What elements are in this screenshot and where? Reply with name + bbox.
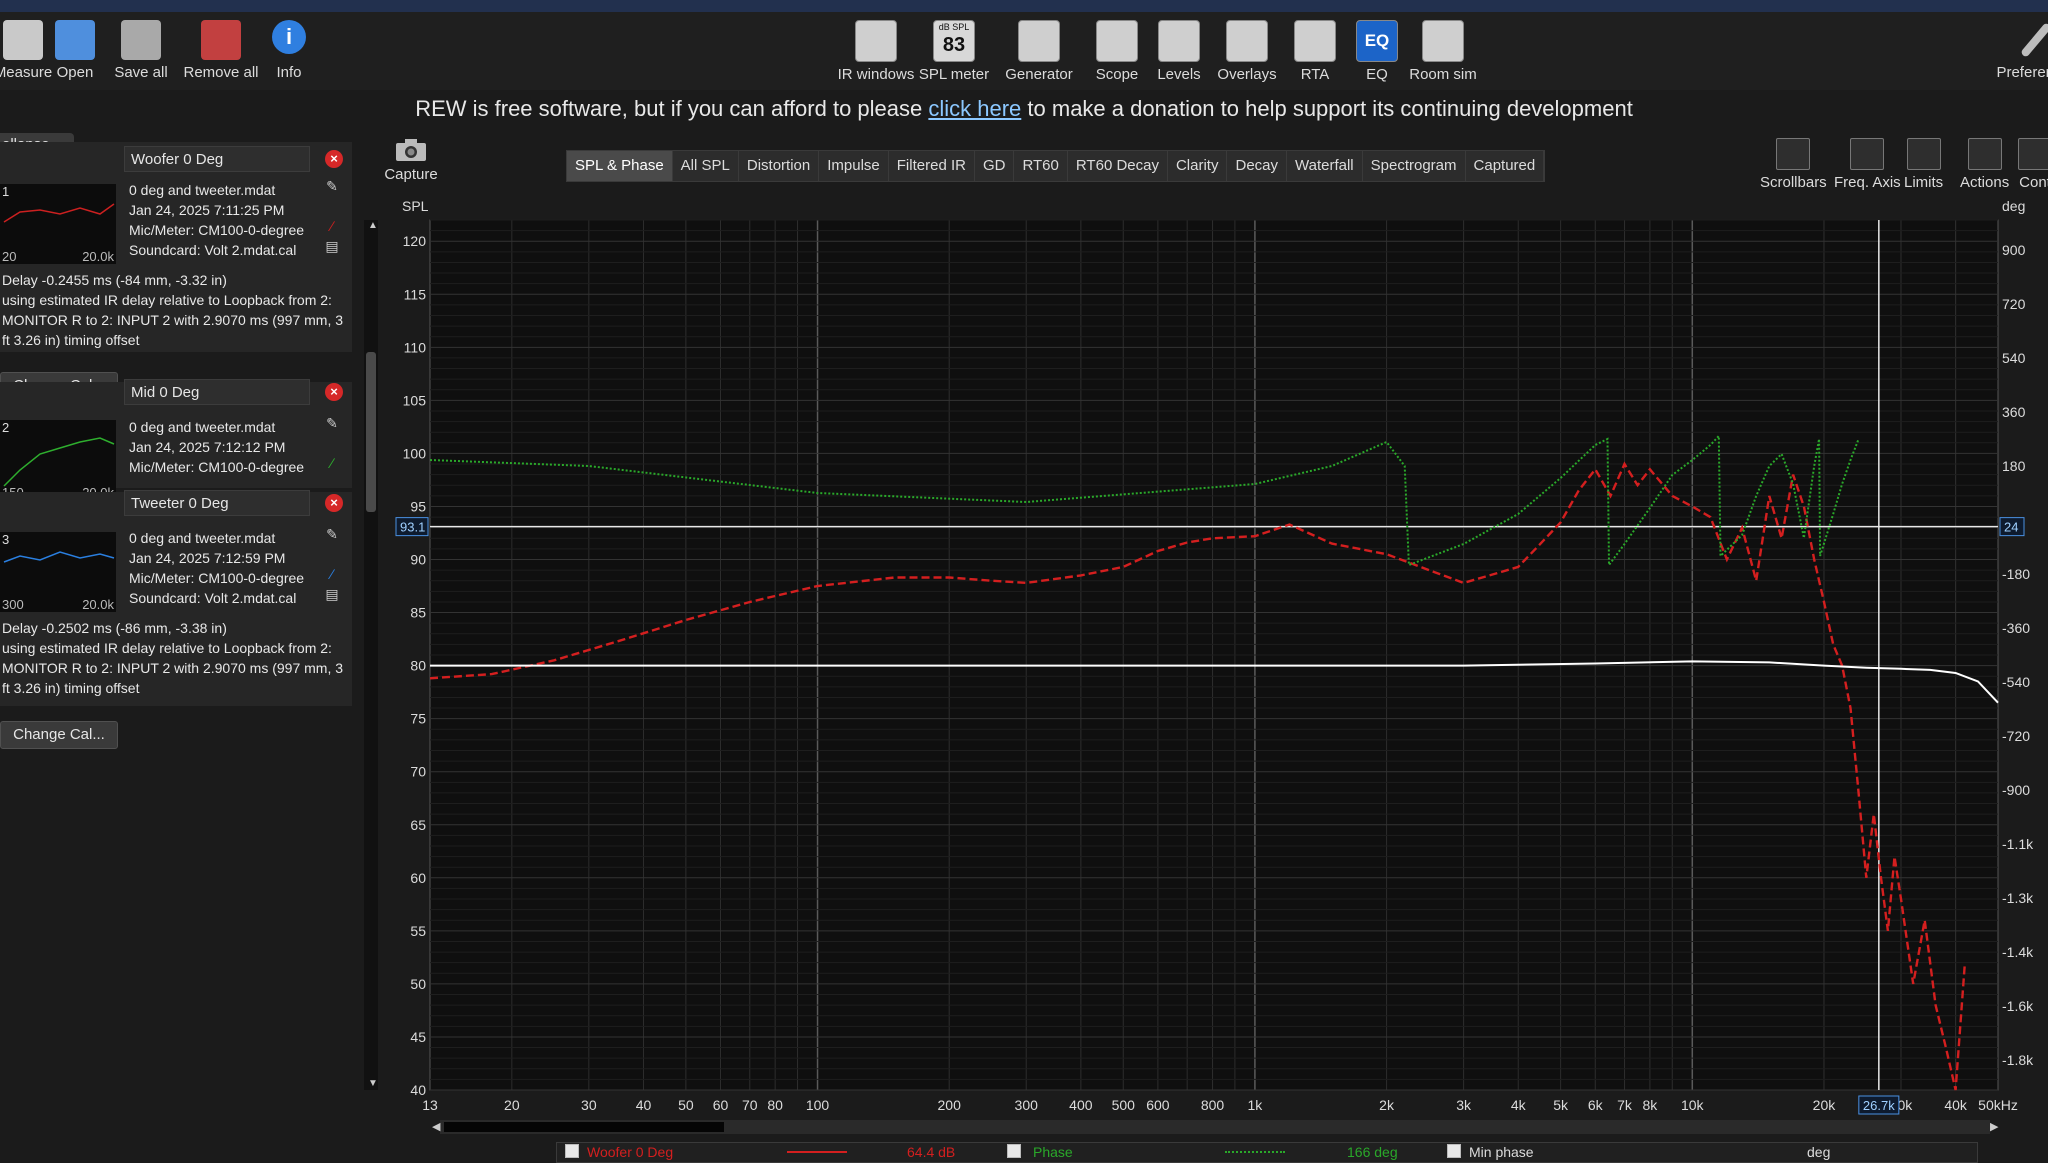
legend-label: Min phase — [1469, 1144, 1534, 1160]
y-tick-label: 45 — [410, 1029, 426, 1045]
x-tick-label: 5k — [1553, 1097, 1569, 1113]
x-tick-label: 13 — [422, 1097, 438, 1113]
y2-tick-label: 900 — [2002, 242, 2026, 258]
legend-value: 166 deg — [1347, 1144, 1398, 1160]
x-tick-label: 40 — [636, 1097, 652, 1113]
x-tick-label: 50 — [678, 1097, 694, 1113]
y-tick-label: 90 — [410, 552, 426, 568]
y2-tick-label: 360 — [2002, 404, 2026, 420]
y2-tick-label: -720 — [2002, 728, 2030, 744]
legend-label: Woofer 0 Deg — [587, 1144, 674, 1160]
y2-tick-label: 180 — [2002, 458, 2026, 474]
y-tick-label: 50 — [410, 976, 426, 992]
legend-checkbox[interactable] — [1007, 1144, 1021, 1158]
x-tick-label: 600 — [1146, 1097, 1170, 1113]
y2-tick-label: -1.1k — [2002, 836, 2034, 852]
cursor-freq-readout: 26.7k — [1863, 1098, 1895, 1113]
y2-tick-label: 720 — [2002, 296, 2026, 312]
y-tick-label: 55 — [410, 923, 426, 939]
y-tick-label: 60 — [410, 870, 426, 886]
y-tick-label: 85 — [410, 605, 426, 621]
legend-checkbox[interactable] — [565, 1144, 579, 1158]
legend-swatch — [787, 1151, 847, 1153]
x-tick-label: 70 — [742, 1097, 758, 1113]
y-tick-label: 105 — [403, 392, 427, 408]
y2-tick-label: -1.3k — [2002, 890, 2034, 906]
x-tick-label: 10k — [1681, 1097, 1705, 1113]
x-tick-label: 30 — [581, 1097, 597, 1113]
scroll-down-icon[interactable]: ▼ — [368, 1078, 378, 1089]
legend-label: Phase — [1033, 1144, 1073, 1160]
x-tick-label: 3k — [1456, 1097, 1472, 1113]
x-tick-label: 80 — [767, 1097, 783, 1113]
x-tick-label: 800 — [1201, 1097, 1225, 1113]
y-tick-label: 120 — [403, 233, 427, 249]
y2-tick-label: -180 — [2002, 566, 2030, 582]
frequency-scroll-thumb[interactable] — [444, 1122, 724, 1132]
y-tick-label: 70 — [410, 764, 426, 780]
frequency-scrollbar[interactable] — [440, 1120, 1990, 1134]
y2-tick-label: -1.4k — [2002, 944, 2034, 960]
x-tick-label: 500 — [1112, 1097, 1136, 1113]
y2-tick-label: -1.8k — [2002, 1052, 2034, 1068]
legend-value: 64.4 dB — [907, 1144, 956, 1160]
y-tick-label: 65 — [410, 817, 426, 833]
y-tick-label: 115 — [404, 286, 427, 302]
x-tick-label: 8k — [1643, 1097, 1659, 1113]
x-tick-label: 400 — [1069, 1097, 1093, 1113]
y-tick-label: 110 — [404, 339, 427, 355]
x-tick-label: 6k — [1588, 1097, 1604, 1113]
y-tick-label: 80 — [410, 658, 426, 674]
y-tick-label: 75 — [410, 711, 426, 727]
x-tick-label: 50kHz — [1978, 1097, 2018, 1113]
y2-tick-label: 540 — [2002, 350, 2026, 366]
cursor-spl-readout: 93.1 — [400, 520, 425, 535]
y2-tick-label: -1.6k — [2002, 998, 2034, 1014]
x-tick-label: 40k — [1944, 1097, 1968, 1113]
x-tick-label: 200 — [938, 1097, 962, 1113]
x-tick-label: 20 — [504, 1097, 520, 1113]
x-tick-label: 2k — [1379, 1097, 1395, 1113]
scroll-right-icon[interactable]: ▶ — [1990, 1120, 1998, 1133]
x-tick-label: 100 — [806, 1097, 830, 1113]
cursor-deg-readout: 24 — [2004, 520, 2018, 535]
y-tick-label: 40 — [410, 1082, 426, 1098]
y2-tick-label: -540 — [2002, 674, 2030, 690]
x-tick-label: 1k — [1248, 1097, 1264, 1113]
spl-phase-chart[interactable]: 120 115 110 105 100 95 90 85 80 75 70 65 60 55 50 45 40 9… — [0, 0, 2048, 1161]
y2-tick-label: -900 — [2002, 782, 2030, 798]
x-tick-label: 60 — [713, 1097, 729, 1113]
x-tick-label: 300 — [1015, 1097, 1039, 1113]
x-tick-label: 4k — [1511, 1097, 1527, 1113]
scroll-up-icon[interactable]: ▲ — [368, 220, 378, 231]
y2-tick-label: -360 — [2002, 620, 2030, 636]
legend-value: deg — [1807, 1144, 1831, 1160]
scroll-left-icon[interactable]: ◀ — [432, 1120, 440, 1133]
legend-swatch — [1225, 1151, 1285, 1153]
y-tick-label: 100 — [403, 445, 427, 461]
legend-bar: Woofer 0 Deg 64.4 dB Phase 166 deg Min phase… — [556, 1142, 1978, 1163]
legend-checkbox[interactable] — [1447, 1144, 1461, 1158]
x-tick-label: 7k — [1617, 1097, 1633, 1113]
y-tick-label: 95 — [410, 498, 426, 514]
x-tick-label: 20k — [1813, 1097, 1837, 1113]
